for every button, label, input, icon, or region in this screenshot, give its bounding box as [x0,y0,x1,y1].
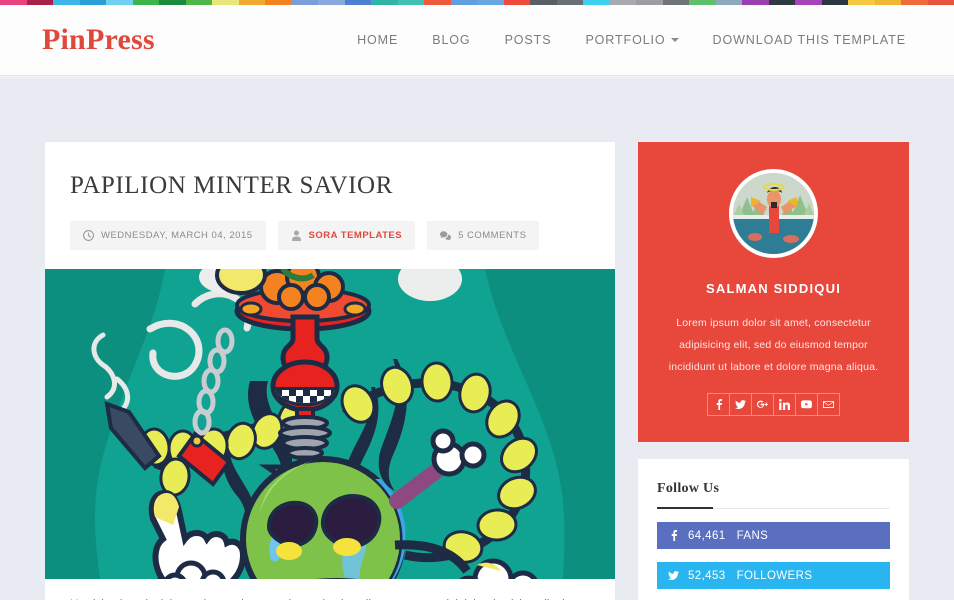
nav-item-download-this-template[interactable]: DOWNLOAD THIS TEMPLATE [713,33,906,47]
post-author[interactable]: SORA TEMPLATES [277,221,416,250]
social-link-linkedin[interactable] [772,393,796,417]
twitter-icon [734,400,746,410]
nav-item-label: DOWNLOAD THIS TEMPLATE [712,33,906,47]
main-content: PAPILION MINTER SAVIOR WEDNESDAY, MARCH … [45,142,615,600]
follow-label: FANS [736,529,769,542]
facebook-icon [716,399,722,411]
post-featured-image[interactable] [45,269,615,579]
chevron-down-icon [670,38,679,42]
profile-widget: SALMAN SIDDIQUI Lorem ipsum dolor sit am… [638,142,909,443]
follow-us-widget: Follow Us 64,461 FANS 52,453 FOLLOWERS [638,459,909,600]
social-link-facebook[interactable] [706,393,730,417]
nav-item-posts[interactable]: POSTS [505,33,552,47]
social-link-twitter[interactable] [728,393,752,417]
post-meta: WEDNESDAY, MARCH 04, 2015 SORA TEMPLATES… [70,221,590,269]
follow-us-title: Follow Us [657,481,720,497]
main-navigation: HOME BLOG POSTS PORTFOLIO DOWNLOAD THIS TEMP… [357,33,906,47]
nav-item-label: PORTFOLIO [585,33,666,47]
linkedin-icon [778,399,790,411]
youtube-icon [800,400,812,409]
facebook-icon [671,530,678,542]
post-comments[interactable]: 5 COMMENTS [427,221,540,250]
user-icon [291,230,301,241]
follow-us-bars: 64,461 FANS 52,453 FOLLOWERS [657,522,890,600]
nav-item-label: POSTS [504,33,552,47]
nav-item-label: BLOG [432,33,471,47]
post-author-label: SORA TEMPLATES [308,230,403,241]
social-link-email[interactable] [816,393,840,417]
nav-item-label: HOME [357,33,399,47]
avatar-illustration [733,173,814,254]
follow-bar-facebook[interactable]: 64,461 FANS [657,522,890,550]
follow-us-title-wrap: Follow Us [657,481,890,510]
hookah-globe-illustration [45,269,615,579]
profile-name: SALMAN SIDDIQUI [706,281,841,296]
comments-icon [440,231,452,241]
twitter-icon [668,571,679,581]
social-link-youtube[interactable] [794,393,818,417]
post-date[interactable]: WEDNESDAY, MARCH 04, 2015 [70,221,266,250]
clock-icon [83,230,94,241]
googleplus-icon [756,400,768,409]
page-wrapper: PAPILION MINTER SAVIOR WEDNESDAY, MARCH … [0,76,954,600]
social-link-googleplus[interactable] [750,393,774,417]
follow-bar-twitter[interactable]: 52,453 FOLLOWERS [657,562,890,590]
post-comments-label: 5 COMMENTS [458,230,527,241]
email-icon [822,401,834,409]
nav-item-home[interactable]: HOME [357,33,398,47]
site-logo[interactable]: PinPress [42,23,155,57]
profile-bio: Lorem ipsum dolor sit amet, consectetur … [668,317,879,374]
sidebar: SALMAN SIDDIQUI Lorem ipsum dolor sit am… [638,142,909,600]
post-header: PAPILION MINTER SAVIOR WEDNESDAY, MARCH … [45,142,615,269]
post-date-label: WEDNESDAY, MARCH 04, 2015 [101,230,253,241]
site-header: PinPress HOME BLOG POSTS PORTFOLIO DOWNLOAD … [0,5,954,79]
profile-social-links [660,393,887,417]
follow-count: 52,453 [688,569,726,582]
follow-count: 64,461 [688,529,726,542]
nav-item-portfolio[interactable]: PORTFOLIO [585,33,679,47]
nav-item-blog[interactable]: BLOG [432,33,470,47]
post-title[interactable]: PAPILION MINTER SAVIOR [70,172,590,200]
avatar [729,169,818,258]
follow-label: FOLLOWERS [736,569,813,582]
post-excerpt: Ut wisi enim ad minim veniam, quis nostr… [45,579,615,600]
